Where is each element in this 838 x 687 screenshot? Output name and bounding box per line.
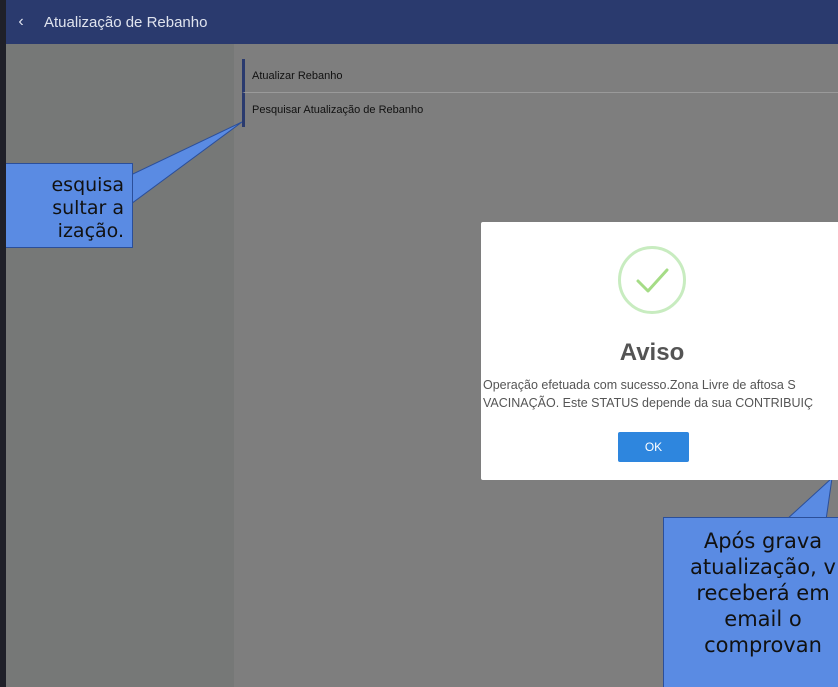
tutorial-callout-right: Após grava atualização, v receberá em em… <box>663 517 838 687</box>
sidebar <box>6 44 234 687</box>
dialog-message-line: VACINAÇÃO. Este STATUS depende da sua CO… <box>483 396 813 410</box>
dialog-title: Aviso <box>619 339 685 366</box>
callout-line: ização. <box>57 220 124 242</box>
callout-line: email o <box>724 607 802 631</box>
callout-line: sultar a <box>52 197 124 219</box>
callout-line: comprovan <box>704 633 822 657</box>
top-bar: ‹ Atualização de Rebanho <box>6 0 838 44</box>
callout-line: Após grava <box>703 529 823 553</box>
menu-item-atualizar-rebanho[interactable]: Atualizar Rebanho <box>242 59 838 93</box>
menu-item-pesquisar-atualizacao[interactable]: Pesquisar Atualização de Rebanho <box>242 93 838 127</box>
check-icon <box>618 246 686 314</box>
callout-line: esquisa <box>51 174 124 196</box>
page-title: Atualização de Rebanho <box>44 13 208 31</box>
menu-item-label: Atualizar Rebanho <box>252 69 343 82</box>
callout-line: atualização, v <box>690 555 836 579</box>
tutorial-callout-left: esquisa sultar a ização. <box>6 163 133 248</box>
callout-line: receberá em <box>696 581 830 605</box>
chevron-left-icon[interactable]: ‹ <box>6 13 36 31</box>
dialog-message: Operação efetuada com sucesso.Zona Livre… <box>481 376 838 412</box>
dialog-message-line: Operação efetuada com sucesso.Zona Livre… <box>483 378 796 392</box>
menu-item-label: Pesquisar Atualização de Rebanho <box>252 104 424 116</box>
app-frame: ‹ Atualização de Rebanho Atualizar Reban… <box>6 0 838 687</box>
alert-dialog: Aviso Operação efetuada com sucesso.Zona… <box>481 222 838 480</box>
ok-button[interactable]: OK <box>618 432 689 462</box>
